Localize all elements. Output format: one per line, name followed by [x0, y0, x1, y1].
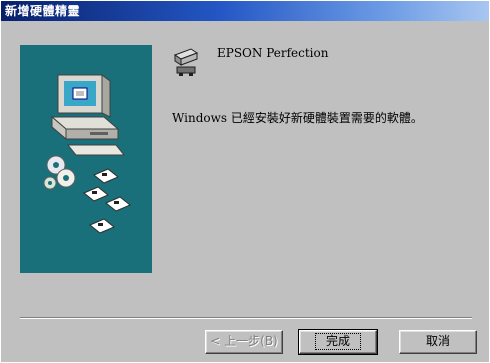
button-divider — [20, 317, 472, 319]
wizard-window: 新增硬體精靈 EPSON Perfection Windows 已經安裝好新硬體… — [0, 0, 490, 363]
install-complete-message: Windows 已經安裝好新硬體裝置需要的軟體。 — [172, 111, 423, 125]
computer-with-discs-illustration — [43, 74, 131, 234]
scanner-icon — [171, 47, 199, 77]
finish-button-label: 完成 — [314, 333, 361, 350]
finish-button[interactable]: 完成 — [298, 329, 378, 355]
back-button[interactable]: < 上一步(B) — [205, 330, 283, 354]
wizard-illustration — [20, 45, 152, 273]
product-name: EPSON Perfection — [217, 46, 329, 60]
window-title: 新增硬體精靈 — [1, 1, 489, 21]
cancel-button[interactable]: 取消 — [399, 330, 477, 354]
